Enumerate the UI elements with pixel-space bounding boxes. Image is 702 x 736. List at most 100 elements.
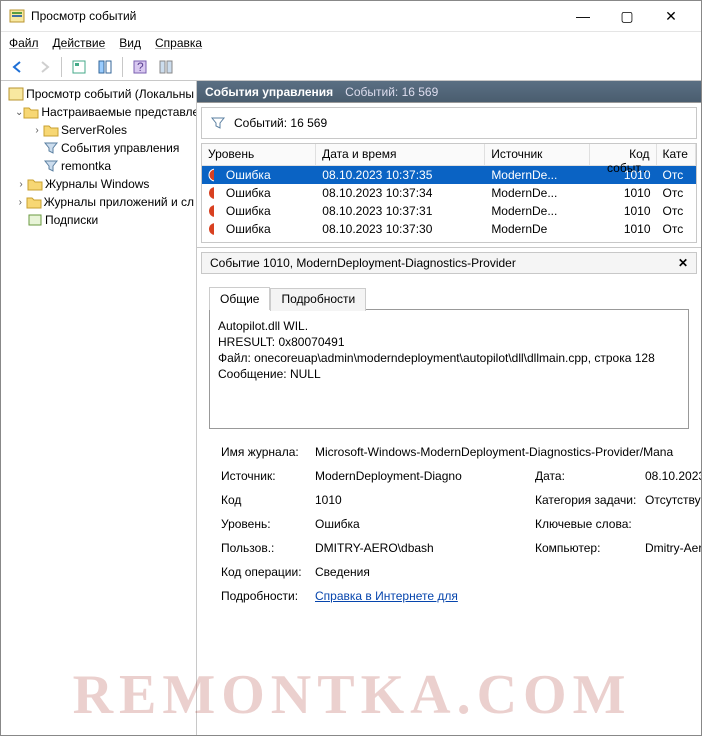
lbl-taskcat: Категория задачи: xyxy=(535,493,645,507)
menu-help[interactable]: Справка xyxy=(155,36,202,50)
detail-line: HRESULT: 0x80070491 xyxy=(218,334,680,350)
tree-root[interactable]: Просмотр событий (Локальны xyxy=(3,85,194,103)
tree-subscriptions[interactable]: Подписки xyxy=(3,211,194,229)
properties-button[interactable] xyxy=(94,56,116,78)
table-row[interactable]: Ошибка 08.10.2023 10:37:35 ModernDe... 1… xyxy=(202,166,696,184)
filter-icon xyxy=(43,140,59,156)
folder-icon xyxy=(26,194,42,210)
tree-label: remontka xyxy=(61,159,111,173)
tab-general[interactable]: Общие xyxy=(209,287,270,310)
tab-details[interactable]: Подробности xyxy=(270,288,366,311)
detail-line: Autopilot.dll WIL. xyxy=(218,318,680,334)
table-row[interactable]: Ошибка 08.10.2023 10:37:31 ModernDe... 1… xyxy=(202,202,696,220)
col-category[interactable]: Кате xyxy=(657,144,697,166)
error-icon xyxy=(202,168,220,182)
close-detail-button[interactable]: ✕ xyxy=(678,256,688,270)
cell-code: 1010 xyxy=(590,168,657,182)
val-taskcat: Отсутствует xyxy=(645,493,701,507)
val-log: Microsoft-Windows-ModernDeployment-Diagn… xyxy=(315,445,701,459)
menu-action[interactable]: Действие xyxy=(53,36,106,50)
help-link[interactable]: Справка в Интернете для xyxy=(315,589,458,603)
show-tree-button[interactable] xyxy=(68,56,90,78)
lbl-user: Пользов.: xyxy=(221,541,315,555)
val-source: ModernDeployment-Diagno xyxy=(315,469,535,483)
detail-header: Событие 1010, ModernDeployment-Diagnosti… xyxy=(201,252,697,274)
col-datetime[interactable]: Дата и время xyxy=(316,144,485,166)
svg-text:?: ? xyxy=(137,60,144,74)
val-computer: Dmitry-Aero xyxy=(645,541,701,555)
tree-label: Журналы Windows xyxy=(45,177,149,191)
cell-code: 1010 xyxy=(590,186,657,200)
divider xyxy=(61,57,62,77)
cell-level: Ошибка xyxy=(220,168,316,182)
back-button[interactable] xyxy=(7,56,29,78)
forward-button[interactable] xyxy=(33,56,55,78)
lbl-more: Подробности: xyxy=(221,589,315,603)
detail-fields: Имя журнала: Microsoft-Windows-ModernDep… xyxy=(221,445,677,603)
val-more: Справка в Интернете для xyxy=(315,589,701,603)
cell-src: ModernDe... xyxy=(485,186,589,200)
maximize-button[interactable]: ▢ xyxy=(605,2,649,30)
tree-label: Подписки xyxy=(45,213,98,227)
expand-icon[interactable]: › xyxy=(15,179,27,190)
table-row[interactable]: Ошибка 08.10.2023 10:37:30 ModernDe 1010… xyxy=(202,220,696,238)
expand-icon[interactable]: › xyxy=(31,125,43,136)
expand-icon[interactable]: › xyxy=(15,197,26,208)
menu-view[interactable]: Вид xyxy=(119,36,141,50)
val-level: Ошибка xyxy=(315,517,535,531)
tree-label: ServerRoles xyxy=(61,123,127,137)
detail-tabs: Общие Подробности xyxy=(209,286,689,309)
minimize-button[interactable]: — xyxy=(561,2,605,30)
menu-file[interactable]: Файл xyxy=(9,36,39,50)
pane-header: События управления Событий: 16 569 xyxy=(197,81,701,103)
close-button[interactable]: ✕ xyxy=(649,2,693,30)
collapse-icon[interactable]: ⌄ xyxy=(15,107,23,118)
tree-control-events[interactable]: События управления xyxy=(3,139,194,157)
lbl-code: Код xyxy=(221,493,315,507)
error-icon xyxy=(202,204,220,218)
col-source[interactable]: Источник xyxy=(485,144,589,166)
tree-windows-logs[interactable]: › Журналы Windows xyxy=(3,175,194,193)
col-level[interactable]: Уровень xyxy=(202,144,316,166)
tree-remontka[interactable]: remontka xyxy=(3,157,194,175)
splitter[interactable] xyxy=(197,247,701,248)
help-button[interactable]: ? xyxy=(129,56,151,78)
tree-app-logs[interactable]: ›Журналы приложений и сл xyxy=(3,193,194,211)
folder-icon xyxy=(27,176,43,192)
cell-dt: 08.10.2023 10:37:35 xyxy=(316,168,485,182)
table-row[interactable]: Ошибка 08.10.2023 10:37:34 ModernDe... 1… xyxy=(202,184,696,202)
cell-dt: 08.10.2023 10:37:34 xyxy=(316,186,485,200)
error-icon xyxy=(202,186,220,200)
lbl-level: Уровень: xyxy=(221,517,315,531)
error-icon xyxy=(202,222,220,236)
cell-code: 1010 xyxy=(590,222,657,236)
grid-header[interactable]: Уровень Дата и время Источник Код событ.… xyxy=(202,144,696,166)
cell-dt: 08.10.2023 10:37:31 xyxy=(316,204,485,218)
cell-cat: Отс xyxy=(657,186,696,200)
col-eventid[interactable]: Код событ... xyxy=(590,144,657,166)
toolbar: ? xyxy=(1,53,701,81)
app-icon xyxy=(9,8,25,24)
funnel-icon[interactable] xyxy=(210,115,226,131)
subscriptions-icon xyxy=(27,212,43,228)
content: Просмотр событий (Локальны ⌄ Настраиваемы… xyxy=(1,81,701,735)
tree-serverroles[interactable]: › ServerRoles xyxy=(3,121,194,139)
folder-icon xyxy=(23,104,39,120)
refresh-button[interactable] xyxy=(155,56,177,78)
lbl-source: Источник: xyxy=(221,469,315,483)
detail-text[interactable]: Autopilot.dll WIL. HRESULT: 0x80070491 Ф… xyxy=(209,309,689,429)
cell-code: 1010 xyxy=(590,204,657,218)
lbl-date: Дата: xyxy=(535,469,645,483)
cell-cat: Отс xyxy=(657,222,696,236)
tree-pane[interactable]: Просмотр событий (Локальны ⌄ Настраиваемы… xyxy=(1,81,197,735)
cell-src: ModernDe xyxy=(485,222,589,236)
tree-label: Настраиваемые представле xyxy=(41,105,197,119)
val-user: DMITRY-AERO\dbash xyxy=(315,541,535,555)
tree-custom-views[interactable]: ⌄ Настраиваемые представле xyxy=(3,103,194,121)
lbl-computer: Компьютер: xyxy=(535,541,645,555)
val-opcode: Сведения xyxy=(315,565,701,579)
filter-icon xyxy=(43,158,59,174)
event-grid[interactable]: Уровень Дата и время Источник Код событ.… xyxy=(201,143,697,243)
window-title: Просмотр событий xyxy=(31,9,561,23)
val-keywords xyxy=(645,517,701,531)
